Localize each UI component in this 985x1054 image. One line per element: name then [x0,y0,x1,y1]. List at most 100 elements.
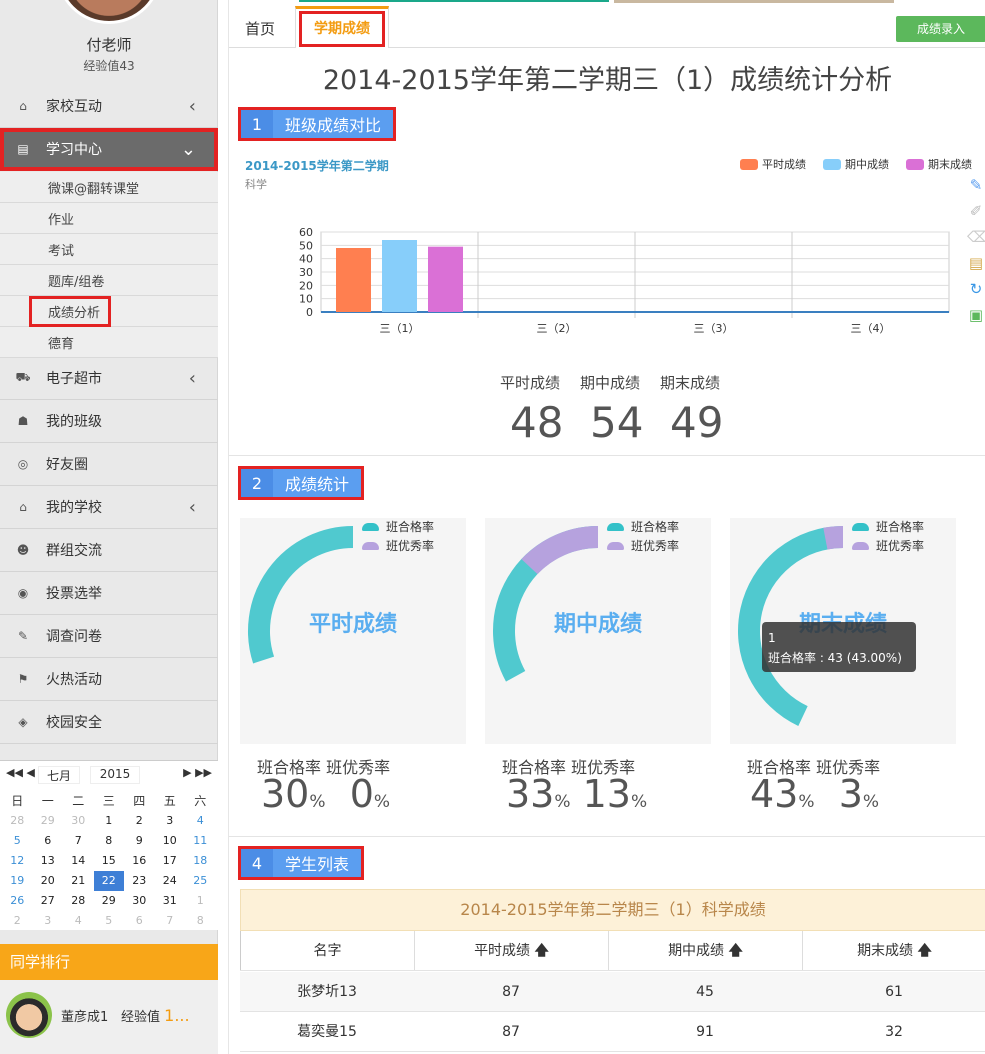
chevron-down-icon[interactable]: ⌄ [181,139,196,160]
calendar-day[interactable]: 25 [185,871,216,891]
calendar-year[interactable]: 2015 [90,766,140,784]
calendar-day[interactable]: 3 [33,911,64,931]
ranking-item[interactable]: 董彦成1 经验值 1... [0,980,218,1054]
score-entry-button[interactable]: 成绩录入 [896,16,985,42]
student-name[interactable]: 董彦成1 [61,1006,108,1025]
calendar-day[interactable]: 24 [155,871,186,891]
legend-item-final[interactable]: 期末成绩 [906,156,972,172]
calendar-day[interactable]: 17 [155,851,186,871]
calendar-day[interactable]: 27 [33,891,64,911]
calendar-day[interactable]: 21 [63,871,94,891]
calendar-day[interactable]: 5 [2,831,33,851]
toolbox-zoom-icon[interactable]: ✎ [967,176,985,202]
calendar-prev-icon[interactable]: ◀◀ ◀ [6,766,35,779]
excellent-rate-arc[interactable] [823,526,844,550]
sidebar-item-class[interactable]: ☗ 我的班级 [0,400,218,443]
gauge-card-normal[interactable]: 平时成绩 班合格率 班优秀率 [240,518,466,744]
calendar-day[interactable]: 10 [155,831,186,851]
calendar-day[interactable]: 30 [63,811,94,831]
calendar-day[interactable]: 8 [185,911,216,931]
calendar-day[interactable]: 31 [155,891,186,911]
calendar-day[interactable]: 19 [2,871,33,891]
calendar-month[interactable]: 七月 [38,766,80,784]
pass-rate-arc[interactable] [248,526,354,664]
sidebar-item-aperture[interactable]: ◎ 好友圈 [0,443,218,486]
calendar-day[interactable]: 7 [63,831,94,851]
calendar-day[interactable]: 13 [33,851,64,871]
excellent-rate-arc[interactable] [521,526,599,575]
calendar-day[interactable]: 6 [124,911,155,931]
calendar-day[interactable]: 2 [124,811,155,831]
gauge-legend-pass[interactable]: 班合格率 [852,518,924,535]
sidebar-item-shield[interactable]: ◈ 校园安全 [0,701,218,744]
calendar-day[interactable]: 4 [185,811,216,831]
student-avatar[interactable] [6,992,52,1038]
subnav-item[interactable]: 考试 [0,234,218,265]
calendar-day[interactable]: 11 [185,831,216,851]
calendar-day[interactable]: 2 [2,911,33,931]
subnav-item[interactable]: 作业 [0,203,218,234]
calendar-day[interactable]: 18 [185,851,216,871]
toolbox-clear-icon[interactable]: ⌫ [967,228,985,254]
column-header-normal[interactable]: 平时成绩 🡅 [414,931,608,970]
toolbox-save-image-icon[interactable]: ▣ [967,306,985,332]
calendar-day[interactable]: 28 [63,891,94,911]
sort-up-icon[interactable]: 🡅 [535,943,549,959]
calendar-day[interactable]: 4 [63,911,94,931]
calendar-next-icon[interactable]: ▶ ▶▶ [183,766,212,779]
calendar-day[interactable]: 8 [94,831,125,851]
table-row[interactable]: 张梦圻13 87 45 61 [240,972,985,1012]
teacher-avatar[interactable] [56,0,162,24]
calendar-day[interactable]: 23 [124,871,155,891]
sort-up-icon[interactable]: 🡅 [918,943,932,959]
tab-term-scores[interactable]: 学期成绩 [295,6,389,48]
bar-midterm[interactable] [382,240,417,312]
subnav-item[interactable]: 德育 [0,327,218,358]
table-row[interactable]: 葛奕曼15 87 91 32 [240,1012,985,1052]
calendar-day[interactable]: 6 [33,831,64,851]
subnav-item[interactable]: 题库/组卷 [0,265,218,296]
calendar-day[interactable]: 20 [33,871,64,891]
calendar-day[interactable]: 29 [94,891,125,911]
legend-item-midterm[interactable]: 期中成绩 [823,156,889,172]
calendar-day[interactable]: 1 [94,811,125,831]
gauge-legend-pass[interactable]: 班合格率 [362,518,434,535]
sidebar-item-school[interactable]: ⌂ 我的学校 ‹ [0,486,218,529]
chevron-left-icon[interactable]: ‹ [189,497,196,518]
calendar-day[interactable]: 26 [2,891,33,911]
subnav-item[interactable]: 成绩分析 [0,295,218,327]
gauge-card-midterm[interactable]: 期中成绩 班合格率 班优秀率 [485,518,711,744]
calendar-day[interactable]: 16 [124,851,155,871]
toolbox-restore-icon[interactable]: ↻ [967,280,985,306]
calendar-day[interactable]: 30 [124,891,155,911]
column-header-final[interactable]: 期末成绩 🡅 [802,931,985,970]
calendar-day[interactable]: 9 [124,831,155,851]
chevron-left-icon[interactable]: ‹ [189,96,196,117]
gauge-legend-excellent[interactable]: 班优秀率 [607,537,679,554]
chevron-left-icon[interactable]: ‹ [189,368,196,389]
gauge-legend-pass[interactable]: 班合格率 [607,518,679,535]
legend-item-normal[interactable]: 平时成绩 [740,156,806,172]
calendar-day[interactable]: 12 [2,851,33,871]
column-header-name[interactable]: 名字 [240,931,414,970]
gauge-legend-excellent[interactable]: 班优秀率 [362,537,434,554]
sidebar-item-home[interactable]: ⌂ 家校互动 ‹ [0,85,218,128]
calendar-day[interactable]: 5 [94,911,125,931]
toolbox-data-view-icon[interactable]: ▤ [967,254,985,280]
column-header-midterm[interactable]: 期中成绩 🡅 [608,931,802,970]
calendar-day[interactable]: 28 [2,811,33,831]
subnav-item[interactable]: 微课@翻转课堂 [0,172,218,203]
sidebar-item-group[interactable]: ☻ 群组交流 [0,529,218,572]
sort-up-icon[interactable]: 🡅 [729,943,743,959]
calendar-day[interactable]: 15 [94,851,125,871]
calendar-day[interactable]: 22 [93,871,124,891]
bar-final[interactable] [428,246,463,312]
sidebar-item-cart[interactable]: ⛟ 电子超市 ‹ [0,357,218,400]
sidebar-item-book[interactable]: ▤ 学习中心 ⌄ [0,128,218,171]
calendar-day[interactable]: 14 [63,851,94,871]
calendar-day[interactable]: 7 [155,911,186,931]
calendar-day[interactable]: 3 [155,811,186,831]
toolbox-zoom-reset-icon[interactable]: ✐ [967,202,985,228]
sidebar-item-survey[interactable]: ✎ 调查问卷 [0,615,218,658]
calendar-day[interactable]: 29 [33,811,64,831]
